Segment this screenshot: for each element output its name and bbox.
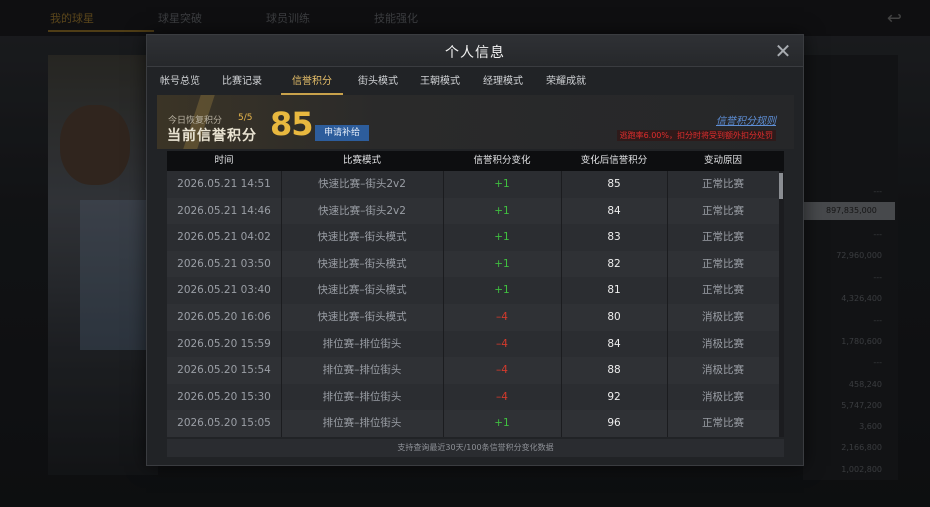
column-divider xyxy=(561,171,562,437)
row-time: 2026.05.21 14:51 xyxy=(177,178,271,190)
row-change: +1 xyxy=(494,231,510,244)
row-reason: 正常比赛 xyxy=(702,204,744,217)
row-change: +1 xyxy=(494,417,510,430)
dialog-title: 个人信息 xyxy=(445,45,505,61)
row-after: 82 xyxy=(607,257,621,270)
row-time: 2026.05.20 15:30 xyxy=(177,390,271,403)
credit-banner: 今日恢复积分 5/5 当前信誉积分 85 申请补给 信誉积分规则 逃跑率6.00… xyxy=(157,95,794,149)
row-change: –4 xyxy=(496,364,508,377)
row-reason: 消极比赛 xyxy=(702,364,744,377)
row-reason: 正常比赛 xyxy=(702,231,744,244)
table-row: 2026.05.20 15:59 排位赛–排位街头 –4 84 消极比赛 xyxy=(167,330,779,358)
column-header-after: 变化后信誉积分 xyxy=(580,155,648,166)
row-time: 2026.05.21 03:40 xyxy=(177,284,271,297)
column-divider xyxy=(281,171,282,437)
row-mode: 排位赛–排位街头 xyxy=(322,390,402,403)
row-mode: 快速比赛–街头模式 xyxy=(317,231,407,244)
current-credit-value: 85 xyxy=(270,105,314,143)
escape-rate-warning: 逃跑率6.00%，扣分时将受到额外扣分处罚 xyxy=(616,130,776,141)
tab-dynasty-mode[interactable]: 王朝模式 xyxy=(415,69,465,95)
table-row: 2026.05.21 03:50 快速比赛–街头模式 +1 82 正常比赛 xyxy=(167,250,779,278)
column-header-reason: 变动原因 xyxy=(703,155,742,166)
column-header-time: 时间 xyxy=(214,155,234,166)
table-row: 2026.05.21 14:51 快速比赛–街头2v2 +1 85 正常比赛 xyxy=(167,171,779,198)
row-reason: 消极比赛 xyxy=(702,311,744,323)
row-change: –4 xyxy=(496,337,508,350)
tab-manager-mode[interactable]: 经理模式 xyxy=(478,69,528,95)
row-after: 81 xyxy=(607,284,621,297)
row-mode: 快速比赛–街头模式 xyxy=(317,284,407,297)
row-time: 2026.05.20 15:54 xyxy=(177,364,271,377)
table-scrollbar-thumb[interactable] xyxy=(779,173,783,199)
tab-credit-score[interactable]: 信誉积分 xyxy=(281,69,343,95)
row-after: 85 xyxy=(607,178,621,190)
row-change: +1 xyxy=(494,204,510,217)
current-credit-label: 当前信誉积分 xyxy=(167,128,257,144)
column-divider xyxy=(443,171,444,437)
row-after: 84 xyxy=(607,337,621,350)
table-row: 2026.05.20 15:05 排位赛–排位街头 +1 96 正常比赛 xyxy=(167,410,779,437)
table-header: 时间 比赛模式 信誉积分变化 变化后信誉积分 变动原因 xyxy=(167,151,784,171)
credit-rules-link[interactable]: 信誉积分规则 xyxy=(716,112,776,127)
row-mode: 快速比赛–街头2v2 xyxy=(318,204,406,217)
row-change: –4 xyxy=(496,311,508,323)
row-time: 2026.05.20 16:06 xyxy=(177,311,271,323)
row-after: 88 xyxy=(607,364,621,377)
row-change: +1 xyxy=(494,178,510,190)
table-row: 2026.05.20 15:54 排位赛–排位街头 –4 88 消极比赛 xyxy=(167,357,779,384)
row-time: 2026.05.20 15:59 xyxy=(177,337,271,350)
tab-street-mode[interactable]: 街头模式 xyxy=(353,69,403,95)
row-mode: 快速比赛–街头模式 xyxy=(317,311,407,323)
row-change: +1 xyxy=(494,284,510,297)
row-reason: 消极比赛 xyxy=(702,390,744,403)
tab-account-overview[interactable]: 帐号总览 xyxy=(155,69,205,95)
history-range-note: 支持查询最近30天/100条信誉积分变化数据 xyxy=(167,439,784,457)
recover-points-count: 5/5 xyxy=(238,113,253,123)
apply-supply-button[interactable]: 申请补给 xyxy=(315,125,369,141)
table-row: 2026.05.20 16:06 快速比赛–街头模式 –4 80 消极比赛 xyxy=(167,304,779,331)
table-row: 2026.05.20 15:30 排位赛–排位街头 –4 92 消极比赛 xyxy=(167,383,779,411)
table-scrollbar-track[interactable] xyxy=(779,171,784,437)
row-reason: 消极比赛 xyxy=(702,337,744,350)
column-header-change: 信誉积分变化 xyxy=(473,155,531,166)
table-row: 2026.05.21 14:46 快速比赛–街头2v2 +1 84 正常比赛 xyxy=(167,197,779,225)
row-reason: 正常比赛 xyxy=(702,417,744,430)
row-change: +1 xyxy=(494,257,510,270)
column-header-mode: 比赛模式 xyxy=(342,155,381,166)
row-mode: 快速比赛–街头2v2 xyxy=(318,178,406,190)
tab-honor-achievements[interactable]: 荣耀成就 xyxy=(541,69,591,95)
personal-info-dialog: 个人信息 ✕ 帐号总览 比赛记录 信誉积分 街头模式 王朝模式 经理模式 荣耀成… xyxy=(146,34,804,466)
row-time: 2026.05.21 03:50 xyxy=(177,257,271,270)
row-reason: 正常比赛 xyxy=(702,178,744,190)
table-row: 2026.05.21 03:40 快速比赛–街头模式 +1 81 正常比赛 xyxy=(167,277,779,304)
row-time: 2026.05.21 14:46 xyxy=(177,204,271,217)
column-divider xyxy=(667,171,668,437)
dialog-header: 个人信息 ✕ xyxy=(147,35,803,67)
close-icon[interactable]: ✕ xyxy=(771,39,795,63)
row-mode: 快速比赛–街头模式 xyxy=(317,257,407,270)
row-after: 84 xyxy=(607,204,621,217)
credit-history-table: 时间 比赛模式 信誉积分变化 变化后信誉积分 变动原因 2026.05.21 1… xyxy=(167,151,784,437)
row-after: 92 xyxy=(607,390,621,403)
row-reason: 正常比赛 xyxy=(702,257,744,270)
row-mode: 排位赛–排位街头 xyxy=(322,417,402,430)
row-mode: 排位赛–排位街头 xyxy=(322,364,402,377)
row-after: 80 xyxy=(607,311,621,323)
row-after: 96 xyxy=(607,417,621,430)
row-time: 2026.05.20 15:05 xyxy=(177,417,271,430)
row-time: 2026.05.21 04:02 xyxy=(177,231,271,244)
row-after: 83 xyxy=(607,231,621,244)
row-mode: 排位赛–排位街头 xyxy=(322,337,402,350)
row-change: –4 xyxy=(496,390,508,403)
tab-match-records[interactable]: 比赛记录 xyxy=(217,69,267,95)
table-row: 2026.05.21 04:02 快速比赛–街头模式 +1 83 正常比赛 xyxy=(167,224,779,251)
row-reason: 正常比赛 xyxy=(702,284,744,297)
